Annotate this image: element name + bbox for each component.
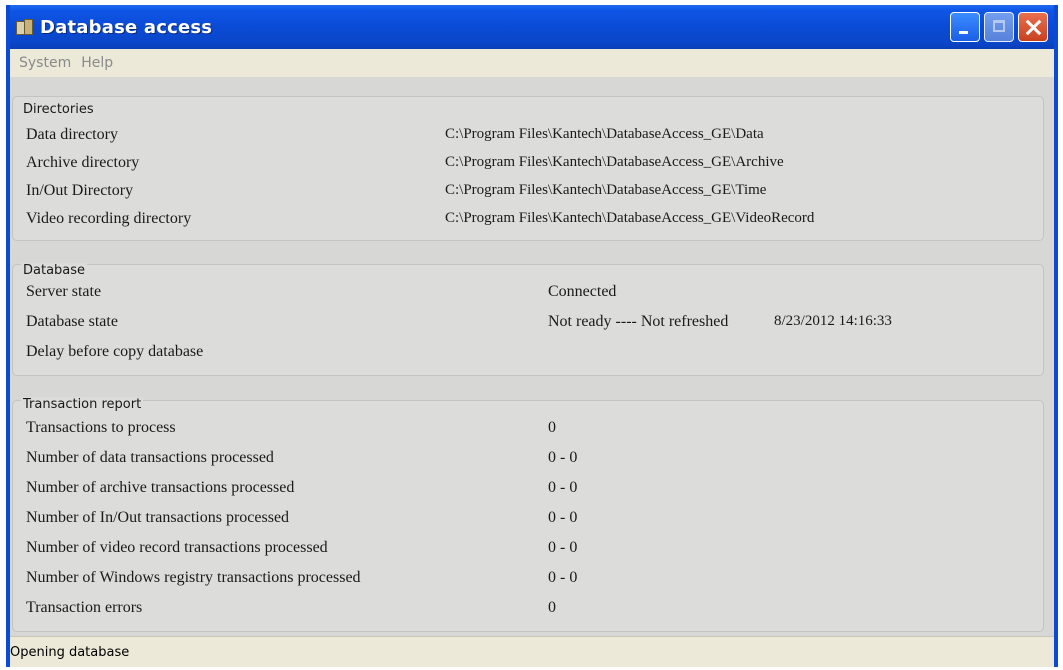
server-state-label: Server state (26, 283, 102, 300)
transaction-errors-label: Transaction errors (26, 599, 143, 616)
data-transactions-label: Number of data transactions processed (26, 449, 274, 466)
archive-transactions-value: 0 - 0 (548, 479, 578, 496)
transaction-report-group: Transaction report Transactions to proce… (12, 397, 1044, 632)
status-text: Opening database (10, 644, 130, 660)
database-group-label: Database (21, 263, 88, 278)
window-title: Database access (40, 16, 213, 38)
main-content: Directories Data directory C:\Program Fi… (10, 77, 1054, 637)
status-bar: Opening database (10, 636, 1054, 667)
transactions-to-process-label: Transactions to process (26, 419, 176, 436)
database-state-label: Database state (26, 313, 118, 330)
inout-transactions-label: Number of In/Out transactions processed (26, 509, 290, 526)
app-icon (16, 19, 34, 35)
video-recording-directory-label: Video recording directory (26, 210, 192, 227)
database-group: Database Server state Connected Database… (12, 263, 1044, 376)
video-record-transactions-value: 0 - 0 (548, 539, 578, 556)
inout-transactions-value: 0 - 0 (548, 509, 578, 526)
data-transactions-value: 0 - 0 (548, 449, 578, 466)
transaction-errors-value: 0 (548, 599, 556, 616)
delay-before-copy-label: Delay before copy database (26, 343, 204, 360)
video-recording-directory-value: C:\Program Files\Kantech\DatabaseAccess_… (445, 210, 815, 226)
archive-directory-label: Archive directory (26, 154, 140, 171)
windows-registry-transactions-value: 0 - 0 (548, 569, 578, 586)
close-button[interactable] (1018, 12, 1048, 42)
database-state-timestamp: 8/23/2012 14:16:33 (774, 313, 892, 329)
data-directory-value: C:\Program Files\Kantech\DatabaseAccess_… (445, 126, 764, 142)
database-state-value: Not ready ---- Not refreshed (548, 313, 729, 330)
inout-directory-value: C:\Program Files\Kantech\DatabaseAccess_… (445, 182, 767, 198)
data-directory-label: Data directory (26, 126, 118, 143)
archive-transactions-label: Number of archive transactions processed (26, 479, 295, 496)
maximize-button[interactable] (984, 12, 1014, 42)
video-record-transactions-label: Number of video record transactions proc… (26, 539, 328, 556)
menu-help[interactable]: Help (76, 55, 118, 71)
windows-registry-transactions-label: Number of Windows registry transactions … (26, 569, 361, 586)
database-access-window: Database access System Help Directories … (6, 5, 1058, 667)
transaction-report-group-label: Transaction report (21, 397, 144, 412)
menu-bar: System Help (10, 49, 1054, 77)
minimize-button[interactable] (950, 12, 980, 42)
server-state-value: Connected (548, 283, 617, 300)
transactions-to-process-value: 0 (548, 419, 556, 436)
directories-group: Directories Data directory C:\Program Fi… (12, 96, 1044, 241)
archive-directory-value: C:\Program Files\Kantech\DatabaseAccess_… (445, 154, 784, 170)
title-bar[interactable]: Database access (10, 5, 1054, 49)
menu-system[interactable]: System (14, 55, 76, 71)
directories-group-label: Directories (23, 102, 94, 117)
inout-directory-label: In/Out Directory (26, 182, 134, 199)
